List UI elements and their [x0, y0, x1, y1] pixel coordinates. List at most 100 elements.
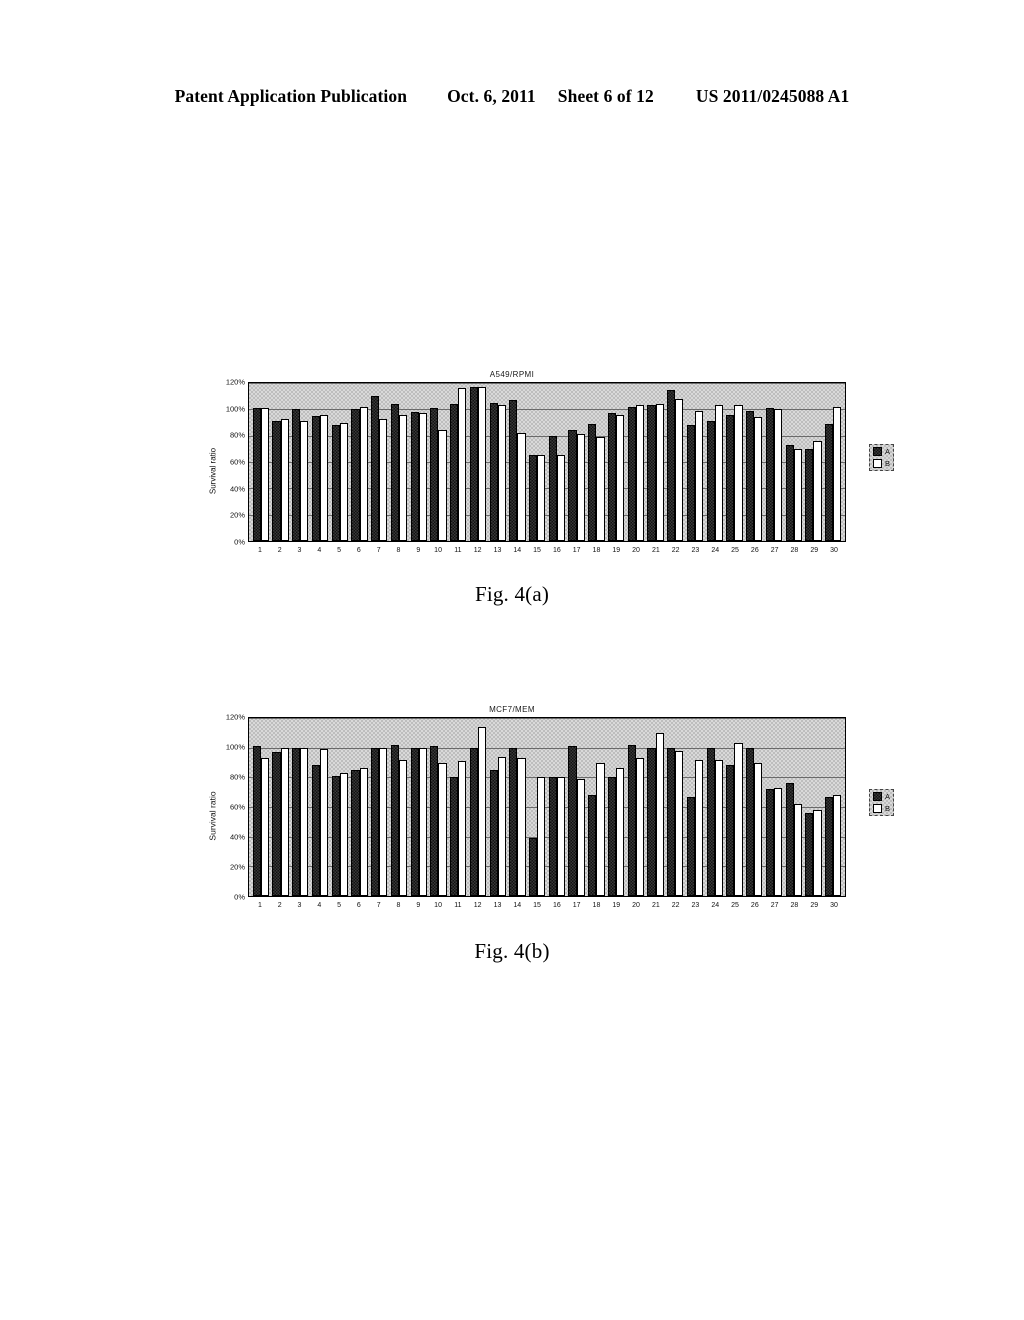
- header-publication: Patent Application Publication: [174, 86, 408, 106]
- x-tick-label: 27: [770, 547, 779, 554]
- bar-group: [764, 383, 784, 541]
- bar-group: [271, 718, 291, 896]
- x-tick-label: 10: [434, 902, 442, 909]
- bar-groups-b: [249, 718, 845, 896]
- legend-b: A B: [868, 789, 894, 816]
- chart-b: Survival ratio 0% 20% 40% 60% 80% 100% 120% 12…: [196, 713, 894, 915]
- bar-a-1: [252, 746, 261, 896]
- bar-b-15: [537, 777, 546, 896]
- bar-group: [626, 718, 646, 896]
- bar-a-23: [686, 796, 696, 896]
- bar-a-7: [371, 747, 380, 896]
- bar-b-11: [458, 388, 467, 541]
- bar-group: [409, 383, 429, 541]
- bar-group: [646, 718, 666, 896]
- y-tick-label: 100%: [225, 404, 245, 414]
- x-tick-label: 14: [513, 547, 522, 554]
- x-tick-label: 1: [257, 547, 262, 554]
- bar-a-5: [331, 425, 340, 541]
- x-tick-label: 13: [493, 902, 502, 909]
- bar-b-10: [438, 430, 447, 541]
- bar-group: [804, 383, 824, 541]
- x-tick-label: 24: [711, 902, 720, 909]
- x-tick-label: 28: [790, 902, 799, 909]
- bar-group: [705, 718, 725, 896]
- bar-group: [389, 718, 409, 896]
- chart-title-b: MCF7/MEM: [489, 705, 535, 714]
- bar-group: [429, 383, 449, 541]
- bar-a-13: [489, 769, 498, 896]
- bar-a-8: [390, 744, 399, 896]
- bar-a-22: [667, 389, 676, 541]
- y-axis-ticks-b: 0% 20% 40% 60% 80% 100% 120%: [214, 713, 248, 902]
- x-tick-label: 13: [493, 547, 502, 554]
- bar-b-4: [320, 414, 329, 541]
- bar-b-24: [714, 405, 723, 541]
- bar-group: [290, 718, 310, 896]
- bar-group: [409, 718, 429, 896]
- bar-a-13: [489, 402, 498, 541]
- bar-group: [744, 383, 764, 541]
- bar-a-2: [272, 421, 281, 541]
- bar-b-27: [773, 787, 783, 896]
- bar-a-29: [805, 448, 814, 541]
- legend-entry-b-series-a: A: [872, 792, 890, 801]
- bar-b-28: [793, 804, 802, 896]
- x-tick-label: 23: [691, 547, 700, 554]
- y-tick-label: 60%: [229, 802, 245, 812]
- bar-group: [488, 383, 508, 541]
- bar-a-28: [785, 444, 794, 541]
- bar-group: [685, 383, 705, 541]
- bar-a-7: [371, 396, 380, 541]
- bar-a-19: [607, 413, 617, 541]
- bar-group: [626, 383, 646, 541]
- bar-a-28: [785, 783, 794, 896]
- y-tick-label: 60%: [229, 457, 245, 467]
- bar-group: [606, 718, 626, 896]
- x-tick-label: 19: [612, 547, 621, 554]
- bar-a-16: [548, 435, 557, 541]
- x-tick-label: 18: [592, 902, 601, 909]
- x-tick-label: 2: [277, 902, 282, 909]
- x-tick-label: 26: [750, 547, 759, 554]
- x-tick-label: 28: [790, 547, 799, 554]
- bar-a-30: [825, 423, 834, 541]
- bar-group: [448, 383, 468, 541]
- bar-group: [646, 383, 666, 541]
- bar-b-19: [616, 414, 625, 541]
- bar-a-5: [331, 775, 340, 896]
- bar-b-5: [339, 772, 348, 896]
- bar-a-17: [568, 430, 577, 541]
- bar-a-23: [686, 425, 696, 541]
- x-tick-label: 5: [337, 902, 342, 909]
- bar-b-14: [517, 758, 526, 896]
- bar-b-14: [517, 433, 526, 541]
- bar-group: [804, 718, 824, 896]
- bar-b-25: [734, 405, 743, 541]
- bar-b-20: [635, 405, 644, 541]
- bar-a-12: [469, 386, 478, 541]
- x-tick-label: 14: [513, 902, 522, 909]
- bar-group: [330, 718, 350, 896]
- x-tick-label: 25: [731, 547, 739, 554]
- y-tick-label: 0%: [234, 892, 245, 902]
- x-tick-label: 3: [297, 902, 302, 909]
- figure-4b: MCF7/MEM Survival ratio 0% 20% 40% 60% 80% 10…: [0, 705, 1024, 964]
- y-tick-label: 0%: [234, 537, 245, 547]
- x-tick-label: 19: [612, 902, 621, 909]
- bar-b-3: [300, 747, 309, 896]
- bar-group: [488, 718, 508, 896]
- patent-page: Patent Application Publication Oct. 6, 2…: [0, 0, 1024, 1320]
- bar-b-19: [616, 768, 625, 896]
- bar-b-7: [379, 747, 388, 896]
- bar-a-3: [292, 747, 301, 896]
- legend-swatch-b-icon: [872, 804, 882, 813]
- x-tick-label: 23: [691, 902, 700, 909]
- bar-group: [725, 718, 745, 896]
- bar-a-10: [430, 408, 439, 541]
- bar-group: [468, 383, 488, 541]
- bar-a-19: [607, 777, 617, 896]
- x-tick-label: 15: [533, 547, 541, 554]
- bar-b-22: [675, 750, 684, 896]
- bar-b-12: [477, 726, 487, 896]
